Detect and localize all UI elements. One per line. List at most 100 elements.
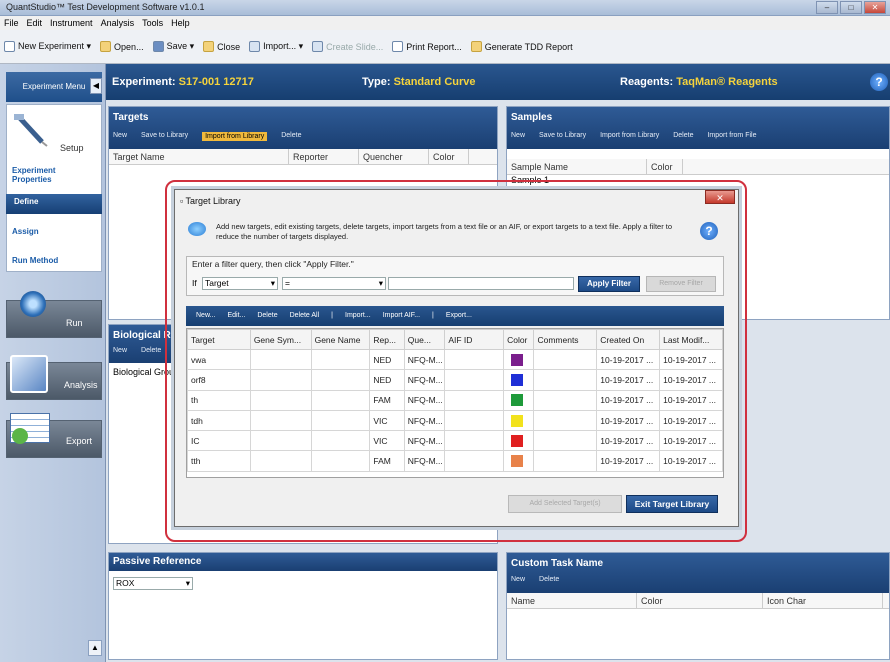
dialog-close-button[interactable]: ✕ (705, 190, 735, 204)
targets-new-button[interactable]: New (113, 132, 127, 141)
menu-edit[interactable]: Edit (27, 16, 43, 30)
gene-name-cell[interactable] (310, 348, 371, 371)
samples-new-button[interactable]: New (511, 132, 525, 139)
col-last-modified[interactable]: Last Modif... (659, 329, 723, 350)
gene-symbol-cell[interactable] (249, 369, 312, 391)
lib-new-button[interactable]: New... (196, 306, 215, 326)
color-cell[interactable] (503, 450, 535, 472)
col-target-name[interactable]: Target Name (109, 149, 289, 164)
last-modified-cell[interactable]: 10-19-2017 ... (659, 430, 723, 452)
col-target[interactable]: Target (187, 329, 251, 350)
add-selected-targets-button[interactable]: Add Selected Target(s) (508, 495, 622, 513)
table-row[interactable]: tth FAM NFQ-M... 10-19-2017 ... 10-19-2017 .… (187, 450, 723, 472)
comments-cell[interactable] (533, 430, 598, 452)
color-cell[interactable] (503, 348, 535, 371)
col-quencher[interactable]: Que... (403, 329, 446, 350)
biological-new-button[interactable]: New (113, 347, 127, 354)
reporter-cell[interactable]: NED (369, 348, 405, 371)
reporter-cell[interactable]: NED (369, 369, 405, 391)
col-sample-name[interactable]: Sample Name (507, 159, 647, 174)
created-on-cell[interactable]: 10-19-2017 ... (596, 450, 661, 472)
custom-new-button[interactable]: New (511, 576, 525, 583)
color-cell[interactable] (503, 430, 535, 452)
custom-delete-button[interactable]: Delete (539, 576, 559, 583)
quencher-cell[interactable]: NFQ-M... (403, 348, 446, 371)
col-sample-color[interactable]: Color (647, 159, 683, 174)
gene-symbol-cell[interactable] (249, 348, 312, 371)
quencher-cell[interactable]: NFQ-M... (403, 389, 446, 411)
col-reporter[interactable]: Rep... (369, 329, 405, 350)
sidebar-scroll-up-button[interactable]: ▲ (88, 640, 102, 656)
gene-name-cell[interactable] (310, 450, 371, 472)
table-row[interactable]: th FAM NFQ-M... 10-19-2017 ... 10-19-2017 ..… (187, 389, 723, 411)
col-gene-symbol[interactable]: Gene Sym... (249, 329, 312, 350)
sidebar-collapse-button[interactable]: ◀ (90, 78, 102, 94)
reporter-cell[interactable]: FAM (369, 450, 405, 472)
aif-id-cell[interactable] (444, 430, 505, 452)
last-modified-cell[interactable]: 10-19-2017 ... (659, 389, 723, 411)
filter-operator-select[interactable]: = ▾ (282, 277, 386, 290)
table-row[interactable]: orf8 NED NFQ-M... 10-19-2017 ... 10-19-2017 … (187, 369, 723, 391)
quencher-cell[interactable]: NFQ-M... (403, 450, 446, 472)
comments-cell[interactable] (533, 348, 598, 371)
targets-save-library-button[interactable]: Save to Library (141, 132, 188, 141)
gene-name-cell[interactable] (310, 389, 371, 411)
lib-delete-button[interactable]: Delete (257, 306, 277, 326)
reporter-cell[interactable]: VIC (369, 409, 405, 432)
menu-file[interactable]: File (4, 16, 19, 30)
comments-cell[interactable] (533, 409, 598, 432)
col-comments[interactable]: Comments (533, 329, 598, 350)
created-on-cell[interactable]: 10-19-2017 ... (596, 409, 661, 432)
col-gene-name[interactable]: Gene Name (310, 329, 371, 350)
new-experiment-button[interactable]: New Experiment ▾ (4, 41, 91, 52)
help-icon[interactable]: ? (870, 73, 888, 91)
maximize-button[interactable]: □ (840, 1, 862, 14)
col-reporter[interactable]: Reporter (289, 149, 359, 164)
table-row[interactable]: tdh VIC NFQ-M... 10-19-2017 ... 10-19-2017 .… (187, 409, 723, 432)
created-on-cell[interactable]: 10-19-2017 ... (596, 389, 661, 411)
color-cell[interactable] (503, 389, 535, 411)
dialog-help-icon[interactable]: ? (700, 222, 718, 240)
col-custom-color[interactable]: Color (637, 593, 763, 608)
filter-value-input[interactable] (388, 277, 574, 290)
apply-filter-button[interactable]: Apply Filter (578, 276, 640, 292)
import-button[interactable]: Import... ▾ (249, 41, 303, 52)
samples-import-library-button[interactable]: Import from Library (600, 132, 659, 139)
col-aif-id[interactable]: AIF ID (444, 329, 505, 350)
target-cell[interactable]: th (187, 389, 251, 411)
lib-delete-all-button[interactable]: Delete All (290, 306, 320, 326)
open-button[interactable]: Open... (100, 41, 144, 52)
col-color[interactable]: Color (429, 149, 469, 164)
menu-analysis[interactable]: Analysis (101, 16, 135, 30)
filter-field-select[interactable]: Target ▾ (202, 277, 278, 290)
target-cell[interactable]: tdh (187, 409, 251, 432)
sidebar-item-experiment-properties[interactable]: Experiment Properties (12, 166, 92, 184)
quencher-cell[interactable]: NFQ-M... (403, 369, 446, 391)
lib-edit-button[interactable]: Edit... (227, 306, 245, 326)
col-created-on[interactable]: Created On (596, 329, 661, 350)
last-modified-cell[interactable]: 10-19-2017 ... (659, 409, 723, 432)
comments-cell[interactable] (533, 389, 598, 411)
gene-symbol-cell[interactable] (249, 409, 312, 432)
generate-tdd-button[interactable]: Generate TDD Report (470, 41, 573, 52)
created-on-cell[interactable]: 10-19-2017 ... (596, 348, 661, 371)
last-modified-cell[interactable]: 10-19-2017 ... (659, 450, 723, 472)
table-row[interactable]: IC VIC NFQ-M... 10-19-2017 ... 10-19-2017 ..… (187, 430, 723, 452)
close-button[interactable]: Close (203, 41, 240, 52)
lib-export-button[interactable]: Export... (446, 306, 472, 326)
aif-id-cell[interactable] (444, 389, 505, 411)
quencher-cell[interactable]: NFQ-M... (403, 409, 446, 432)
color-cell[interactable] (503, 369, 535, 391)
color-cell[interactable] (503, 409, 535, 432)
col-quencher[interactable]: Quencher (359, 149, 429, 164)
biological-delete-button[interactable]: Delete (141, 347, 161, 354)
gene-symbol-cell[interactable] (249, 450, 312, 472)
samples-delete-button[interactable]: Delete (673, 132, 693, 139)
reporter-cell[interactable]: FAM (369, 389, 405, 411)
targets-delete-button[interactable]: Delete (281, 132, 301, 141)
menu-tools[interactable]: Tools (142, 16, 163, 30)
aif-id-cell[interactable] (444, 369, 505, 391)
save-button[interactable]: Save ▾ (152, 41, 194, 52)
menu-help[interactable]: Help (171, 16, 190, 30)
gene-name-cell[interactable] (310, 409, 371, 432)
